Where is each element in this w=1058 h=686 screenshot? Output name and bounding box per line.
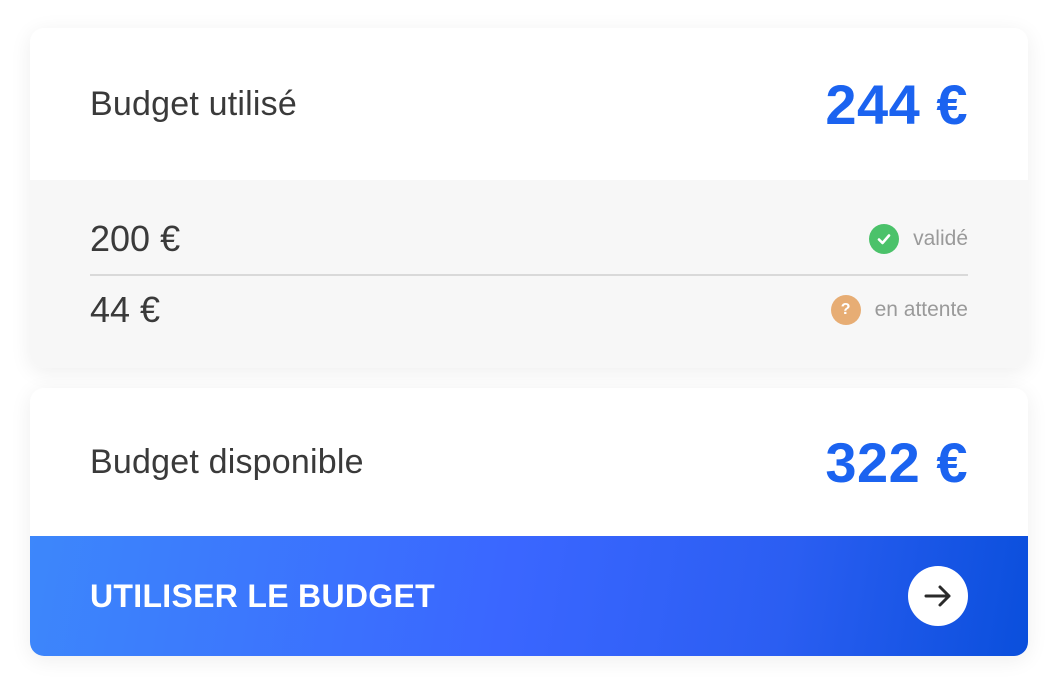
check-circle-icon <box>869 224 900 254</box>
budget-breakdown: 200 € validé 44 € ? en attente <box>30 180 1028 368</box>
budget-available-header: Budget disponible 322 € <box>30 388 1028 536</box>
status-validated-label: validé <box>913 227 968 250</box>
budget-used-amount: 244 € <box>825 72 968 136</box>
arrow-right-icon[interactable] <box>908 566 968 626</box>
status-validated: validé <box>869 224 968 254</box>
budget-used-card: Budget utilisé 244 € 200 € validé 44 € ?… <box>30 28 1028 368</box>
pending-amount: 44 € <box>90 289 161 330</box>
status-pending-label: en attente <box>874 298 968 321</box>
budget-available-amount: 322 € <box>825 430 968 494</box>
budget-available-card: Budget disponible 322 € UTILISER LE BUDG… <box>30 388 1028 656</box>
status-pending: ? en attente <box>830 295 968 325</box>
budget-available-label: Budget disponible <box>90 442 364 481</box>
use-budget-label: UTILISER LE BUDGET <box>90 577 435 614</box>
question-circle-icon: ? <box>830 295 861 325</box>
breakdown-row-validated: 200 € validé <box>90 180 968 276</box>
budget-used-header: Budget utilisé 244 € <box>30 28 1028 180</box>
use-budget-button[interactable]: UTILISER LE BUDGET <box>30 536 1028 656</box>
breakdown-row-pending: 44 € ? en attente <box>90 276 968 344</box>
budget-used-label: Budget utilisé <box>90 84 297 123</box>
validated-amount: 200 € <box>90 218 181 259</box>
